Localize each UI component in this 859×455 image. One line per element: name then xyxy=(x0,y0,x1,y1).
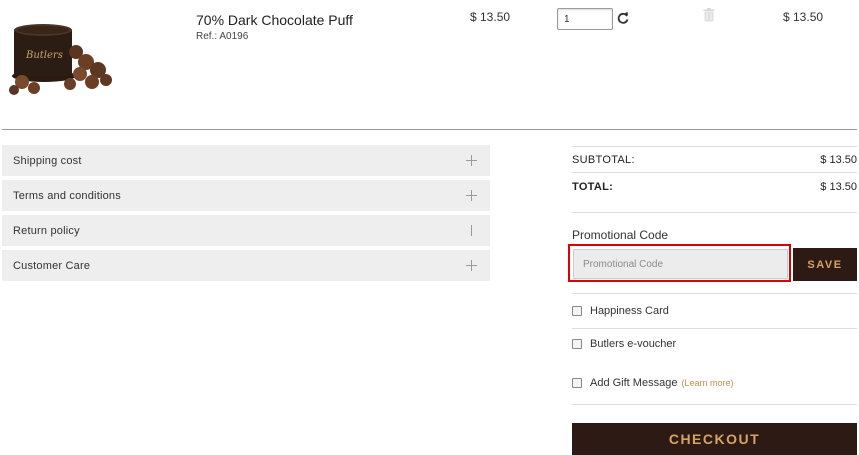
learn-more-link[interactable]: (Learn more) xyxy=(681,378,733,388)
trash-icon[interactable] xyxy=(703,8,715,22)
summary-divider xyxy=(572,404,857,405)
accordion-label: Terms and conditions xyxy=(13,189,121,202)
product-ref: Ref.: A0196 xyxy=(196,31,249,42)
accordion-label: Customer Care xyxy=(13,259,91,272)
promo-code-title: Promotional Code xyxy=(572,228,669,242)
refresh-icon[interactable] xyxy=(617,11,629,25)
product-name[interactable]: 70% Dark Chocolate Puff xyxy=(196,12,353,28)
accordion-label: Shipping cost xyxy=(13,154,82,167)
save-button[interactable]: SAVE xyxy=(793,248,857,281)
gift-message-label: Add Gift Message xyxy=(590,377,678,389)
happiness-card-label: Happiness Card xyxy=(590,305,669,317)
happiness-card-checkbox[interactable] xyxy=(572,306,582,316)
product-image: Butlers xyxy=(6,18,116,98)
unit-price: $ 13.50 xyxy=(470,10,511,24)
toggle-icon xyxy=(466,225,477,236)
summary-divider xyxy=(572,146,857,147)
evoucher-label: Butlers e-voucher xyxy=(590,338,677,350)
evoucher-checkbox[interactable] xyxy=(572,339,582,349)
plus-icon xyxy=(466,260,477,271)
checkout-button[interactable]: CHECKOUT xyxy=(572,423,857,455)
accordion-label: Return policy xyxy=(13,224,80,237)
summary-divider xyxy=(572,172,857,173)
section-divider xyxy=(2,129,857,130)
summary-divider xyxy=(572,293,857,294)
accordion-shipping-cost[interactable]: Shipping cost xyxy=(2,145,490,176)
summary-divider xyxy=(572,328,857,329)
plus-icon xyxy=(466,155,477,166)
accordion-customer-care[interactable]: Customer Care xyxy=(2,250,490,281)
accordion-terms[interactable]: Terms and conditions xyxy=(2,180,490,211)
total-value: $ 13.50 xyxy=(820,181,857,193)
plus-icon xyxy=(466,190,477,201)
total-label: TOTAL: xyxy=(572,181,614,193)
subtotal-value: $ 13.50 xyxy=(820,154,857,166)
product-image-brand: Butlers xyxy=(25,50,63,61)
quantity-input[interactable] xyxy=(557,8,613,30)
accordion-return-policy[interactable]: Return policy xyxy=(2,215,490,246)
subtotal-label: SUBTOTAL: xyxy=(572,154,635,166)
evoucher-option[interactable]: Butlers e-voucher xyxy=(572,338,676,350)
happiness-card-option[interactable]: Happiness Card xyxy=(572,305,669,317)
gift-message-option[interactable]: Add Gift Message (Learn more) xyxy=(572,377,733,389)
line-total: $ 13.50 xyxy=(783,10,824,24)
summary-divider xyxy=(572,212,857,213)
gift-message-checkbox[interactable] xyxy=(572,378,582,388)
promo-code-input[interactable] xyxy=(573,249,788,279)
